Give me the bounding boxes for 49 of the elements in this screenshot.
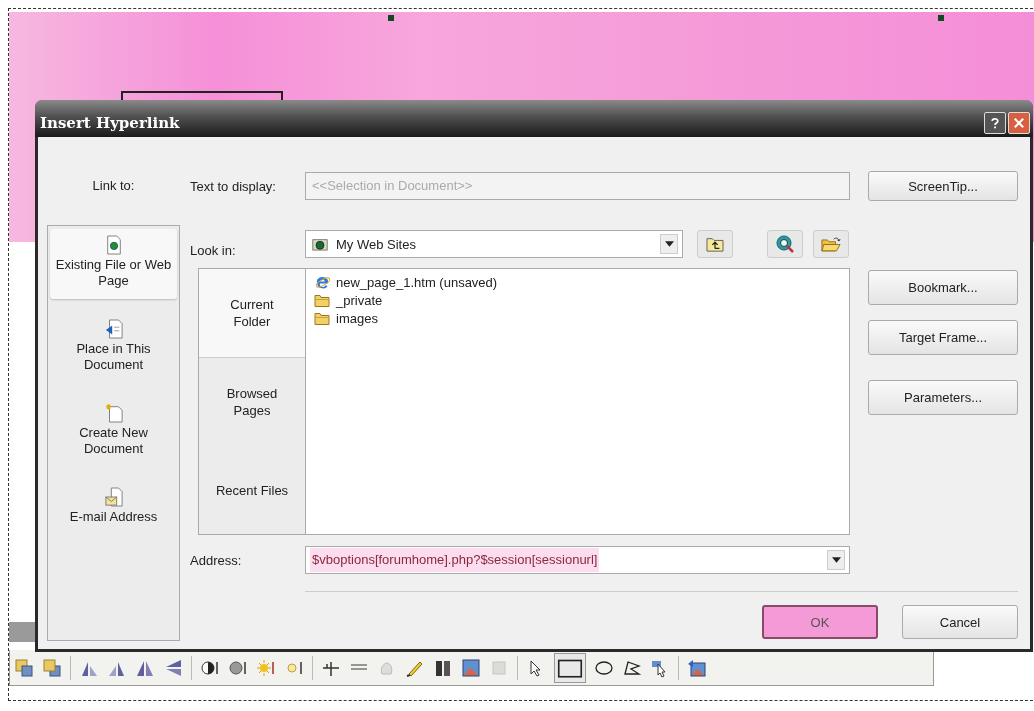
- look-in-label: Look in:: [190, 243, 237, 258]
- globe-magnifier-icon: [775, 234, 795, 254]
- open-folder-icon: [821, 235, 841, 253]
- dialog-button[interactable]: Cancel: [902, 605, 1018, 640]
- up-folder-button[interactable]: [697, 230, 733, 258]
- selection-handle: [388, 15, 394, 21]
- dialog-side-button[interactable]: Parameters...: [868, 380, 1018, 415]
- envelope-document-icon: [104, 487, 123, 507]
- file-item[interactable]: _private: [314, 291, 841, 309]
- selection-handle: [938, 15, 944, 21]
- file-item[interactable]: images: [314, 309, 841, 327]
- address-label: Address:: [190, 552, 243, 568]
- folder-icon: [314, 292, 330, 308]
- window-title: Insert Hyperlink: [40, 113, 180, 132]
- browse-tab[interactable]: Browsed Pages: [199, 358, 305, 446]
- image-map-icon[interactable]: [687, 657, 707, 678]
- file-item[interactable]: new_page_1.htm (unsaved): [314, 273, 841, 291]
- document-globe-icon: [104, 235, 123, 255]
- help-icon: [988, 115, 1002, 130]
- brightness-up-icon[interactable]: [256, 657, 276, 678]
- help-button[interactable]: [984, 111, 1006, 134]
- dialog-side-button[interactable]: Bookmark...: [868, 270, 1018, 305]
- dialog-side-button[interactable]: Target Frame...: [868, 320, 1018, 355]
- up-folder-icon: [706, 236, 724, 252]
- link-type-item[interactable]: E-mail Address: [50, 481, 177, 535]
- link-type-item[interactable]: Create New Document: [50, 397, 177, 467]
- address-field[interactable]: $vboptions[forumhome].php?$session[sessionurl]: [305, 546, 850, 574]
- bring-forward-icon[interactable]: [14, 657, 34, 678]
- picture-icon[interactable]: [461, 657, 481, 678]
- web-page-icon: [314, 274, 330, 290]
- link-type-item[interactable]: Place in This Document: [50, 313, 177, 383]
- close-icon: [1012, 115, 1026, 130]
- dialog-button[interactable]: OK: [762, 605, 878, 640]
- document-arrow-icon: [104, 319, 123, 339]
- browse-tab[interactable]: Recent Files: [199, 446, 305, 534]
- open-folder-button[interactable]: [813, 230, 849, 258]
- folder-icon: [314, 310, 330, 326]
- close-button[interactable]: [1008, 111, 1030, 134]
- rectangle-icon[interactable]: [554, 652, 586, 683]
- globe-folder-icon: [312, 236, 328, 252]
- screentip-button[interactable]: ScreenTip...: [868, 171, 1018, 201]
- link-to-label: Link to:: [91, 177, 136, 195]
- new-document-icon: [104, 403, 123, 423]
- look-in-dropdown[interactable]: My Web Sites: [305, 230, 683, 258]
- search-web-button[interactable]: [767, 230, 803, 258]
- send-backward-icon[interactable]: [42, 657, 62, 678]
- text-to-display-label: Text to display:: [190, 178, 277, 194]
- link-type-item[interactable]: Existing File or Web Page: [50, 229, 177, 299]
- browse-tab[interactable]: Current Folder: [199, 269, 305, 358]
